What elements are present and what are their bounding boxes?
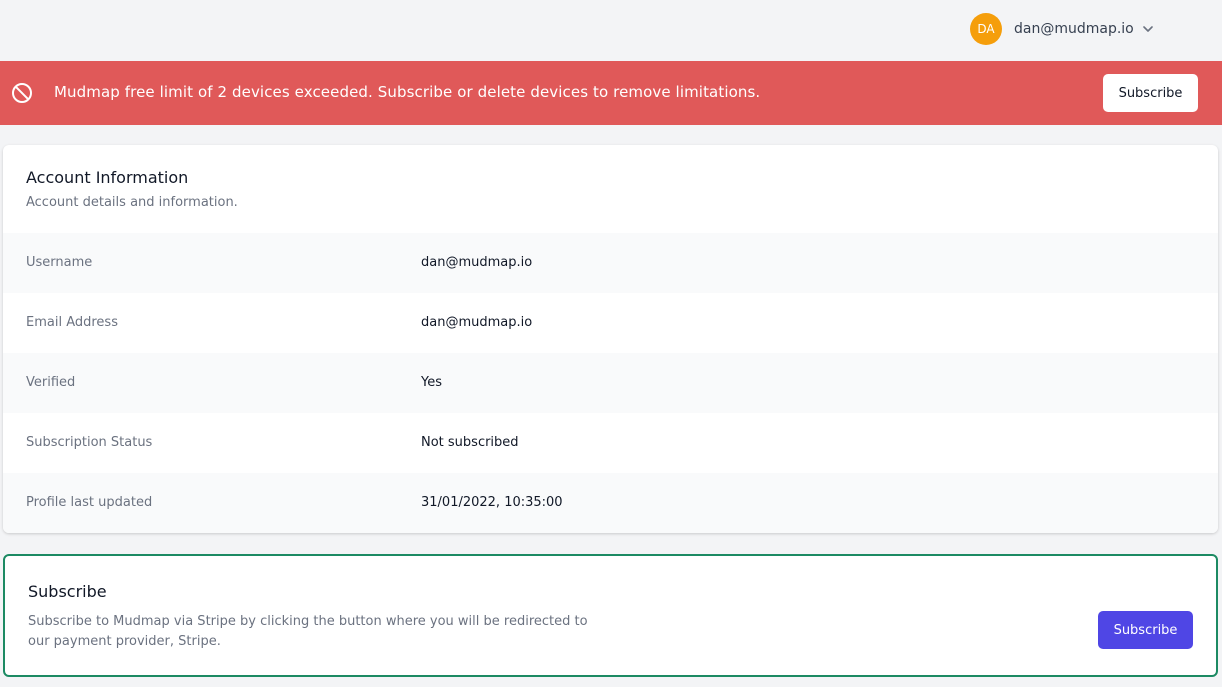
account-title: Account Information xyxy=(26,168,189,187)
user-menu[interactable]: DA dan@mudmap.io xyxy=(970,13,1154,45)
detail-label: Profile last updated xyxy=(26,495,153,510)
detail-value: dan@mudmap.io xyxy=(421,315,533,330)
detail-value: Not subscribed xyxy=(421,435,519,450)
detail-row-subscription-status: Subscription Status Not subscribed xyxy=(3,413,1218,473)
detail-row-username: Username dan@mudmap.io xyxy=(3,233,1218,293)
subscribe-title: Subscribe xyxy=(28,582,107,601)
account-subtitle: Account details and information. xyxy=(26,195,238,210)
prohibited-icon xyxy=(12,83,32,103)
alert-subscribe-button[interactable]: Subscribe xyxy=(1103,74,1198,112)
subscribe-card: Subscribe Subscribe to Mudmap via Stripe… xyxy=(3,554,1218,677)
chevron-down-icon xyxy=(1142,26,1153,32)
detail-row-email: Email Address dan@mudmap.io xyxy=(3,293,1218,353)
account-information-card: Account Information Account details and … xyxy=(3,145,1218,533)
subscribe-button[interactable]: Subscribe xyxy=(1098,611,1193,649)
detail-value: Yes xyxy=(421,375,442,390)
detail-row-verified: Verified Yes xyxy=(3,353,1218,413)
detail-label: Verified xyxy=(26,375,76,390)
avatar: DA xyxy=(970,13,1002,45)
subscribe-description: Subscribe to Mudmap via Stripe by clicki… xyxy=(28,614,588,649)
detail-value: dan@mudmap.io xyxy=(421,255,533,270)
detail-label: Username xyxy=(26,255,93,270)
user-email: dan@mudmap.io xyxy=(1014,21,1134,37)
detail-value: 31/01/2022, 10:35:00 xyxy=(421,495,563,510)
account-details-list: Username dan@mudmap.io Email Address dan… xyxy=(3,233,1218,533)
alert-message: Mudmap free limit of 2 devices exceeded.… xyxy=(54,83,761,101)
detail-label: Subscription Status xyxy=(26,435,153,450)
top-bar: DA dan@mudmap.io xyxy=(0,0,1222,61)
detail-row-profile-updated: Profile last updated 31/01/2022, 10:35:0… xyxy=(3,473,1218,533)
device-limit-alert: Mudmap free limit of 2 devices exceeded.… xyxy=(0,61,1222,125)
detail-label: Email Address xyxy=(26,315,118,330)
